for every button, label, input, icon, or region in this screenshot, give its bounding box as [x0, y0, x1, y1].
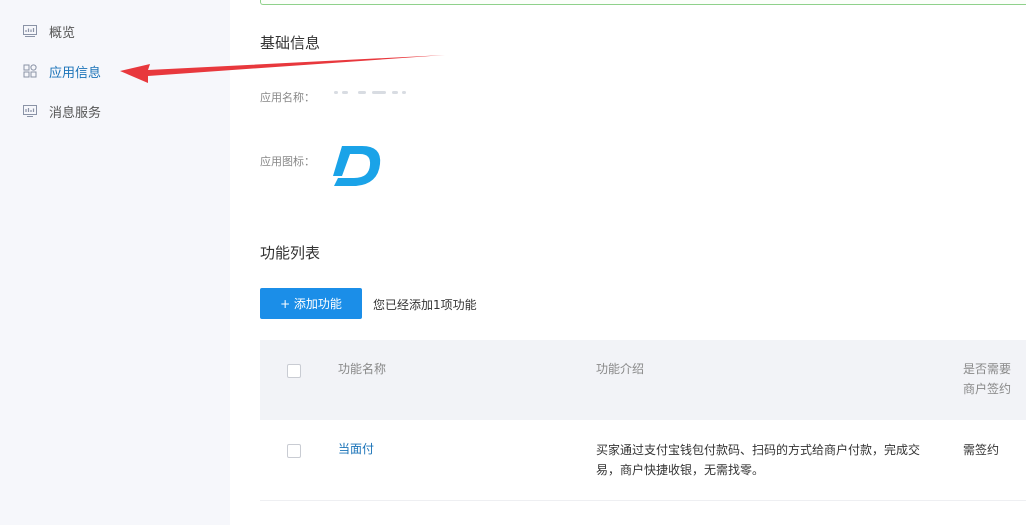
message-monitor-icon [22, 103, 38, 119]
apps-grid-icon [22, 63, 38, 79]
column-header-sign-line2: 商户签约 [963, 382, 1012, 396]
column-header-intro: 功能介绍 [596, 362, 645, 376]
row-checkbox[interactable] [287, 444, 301, 458]
app-icon-label: 应用图标： [260, 155, 315, 168]
success-banner-edge [260, 0, 1026, 5]
feature-sign-status: 需签约 [963, 443, 1000, 457]
added-features-hint: 您已经添加1项功能 [373, 298, 477, 312]
table-row: 当面付 买家通过支付宝钱包付款码、扫码的方式给商户付款，完成交 易，商户快捷收银… [260, 420, 1026, 501]
app-name-label: 应用名称： [260, 91, 315, 104]
sidebar-item-overview[interactable]: 概览 [22, 19, 75, 43]
column-header-sign-line1: 是否需要 [963, 362, 1012, 376]
select-all-checkbox[interactable] [287, 364, 301, 378]
basic-info-title: 基础信息 [260, 34, 321, 52]
sidebar-item-label: 应用信息 [49, 65, 102, 81]
add-feature-button[interactable]: + 添加功能 [260, 288, 362, 319]
feature-intro-line1: 买家通过支付宝钱包付款码、扫码的方式给商户付款，完成交 [596, 443, 921, 457]
sidebar: 概览 应用信息 消息服务 [0, 0, 230, 525]
feature-intro-line2: 易，商户快捷收银，无需找零。 [596, 463, 765, 477]
main-content: 基础信息 应用名称： 应用图标： 功能列表 + 添加功能 您已经添加1项功能 功… [230, 0, 1026, 525]
sidebar-item-app-info[interactable]: 应用信息 [22, 59, 101, 83]
feature-name-link[interactable]: 当面付 [338, 439, 374, 459]
sidebar-item-label: 消息服务 [49, 105, 102, 121]
app-logo-icon [332, 142, 382, 190]
table-header: 功能名称 功能介绍 是否需要 商户签约 [260, 340, 1026, 420]
page: 概览 应用信息 消息服务 基础信息 应用名称： 应用图标： 功能列表 + 添加功… [0, 0, 1026, 525]
dashboard-icon [22, 23, 38, 39]
sidebar-item-label: 概览 [49, 25, 76, 41]
app-name-value-redacted [332, 88, 422, 98]
sidebar-item-message-service[interactable]: 消息服务 [22, 99, 101, 123]
column-header-name: 功能名称 [338, 362, 387, 376]
feature-list-title: 功能列表 [260, 244, 321, 262]
